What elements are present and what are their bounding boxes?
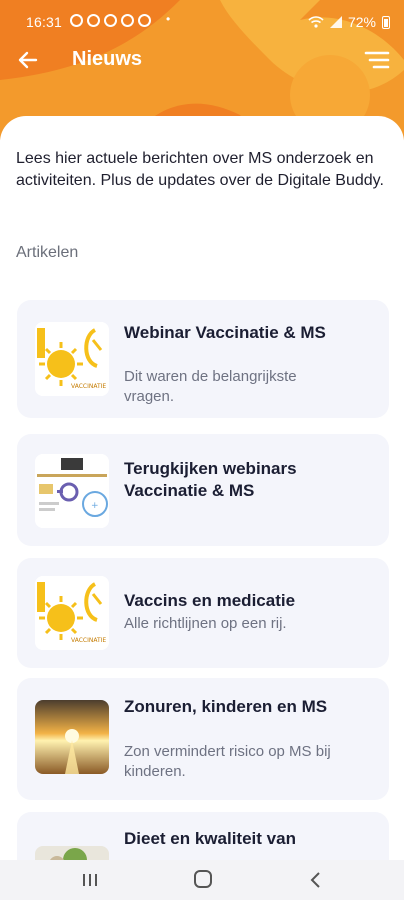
svg-text:+: +	[91, 501, 99, 511]
vaccination-sun-image: VACCINATIE	[35, 322, 109, 396]
article-subtitle: Zon vermindert risico op MS bij kinderen…	[124, 743, 331, 780]
content-sheet[interactable]: Lees hier actuele berichten over MS onde…	[0, 116, 404, 860]
article-thumbnail	[35, 700, 109, 774]
article-title: Webinar Vaccinatie & MS	[124, 323, 326, 342]
intro-text: Lees hier actuele berichten over MS onde…	[16, 150, 384, 189]
recent-apps-icon[interactable]	[80, 872, 100, 888]
article-title: Zonuren, kinderen en MS	[124, 697, 328, 716]
status-right: 72%	[308, 14, 390, 30]
wifi-icon	[308, 16, 324, 28]
article-card-zonuren-kinderen[interactable]: Zonuren, kinderen en MS Zon vermindert r…	[17, 678, 389, 800]
notification-icons	[70, 14, 151, 27]
webinar-slide-image: +	[35, 454, 109, 528]
article-thumbnail	[35, 846, 109, 860]
article-subtitle: Alle richtlijnen op een rij.	[124, 615, 287, 632]
article-thumbnail: VACCINATIE	[35, 322, 109, 396]
system-navigation-bar	[0, 860, 404, 900]
thumbnail-caption: VACCINATIE	[71, 637, 106, 644]
back-arrow-icon[interactable]	[14, 46, 44, 74]
article-subtitle: Dit waren de belangrijkste vragen.	[124, 368, 297, 405]
article-card-terugkijken-webinars[interactable]: + Terugkijken webinars Vaccinatie & MS	[17, 434, 389, 546]
article-thumbnail: VACCINATIE	[35, 576, 109, 650]
article-title: Terugkijken webinars Vaccinatie & MS	[124, 459, 297, 500]
status-time: 16:31	[26, 14, 63, 30]
article-thumbnail: +	[35, 454, 109, 528]
article-card-vaccins-medicatie[interactable]: VACCINATIE Vaccins en medicatie Alle ric…	[17, 558, 389, 668]
notification-icon	[87, 14, 100, 27]
notification-icon	[138, 14, 151, 27]
nav-back-icon[interactable]	[308, 870, 324, 890]
notification-icon	[121, 14, 134, 27]
menu-icon[interactable]	[362, 46, 392, 74]
article-title: Vaccins en medicatie	[124, 591, 296, 610]
article-card-webinar-vaccinatie[interactable]: VACCINATIE Webinar Vaccinatie & MS Dit w…	[17, 300, 389, 418]
home-icon[interactable]	[194, 870, 212, 888]
page-title: Nieuws	[72, 48, 143, 70]
status-bar: 16:31 • 72%	[0, 0, 404, 44]
battery-percentage: 72%	[347, 14, 376, 30]
article-card-dieet-kwaliteit[interactable]: Dieet en kwaliteit van	[17, 812, 389, 860]
food-image	[35, 846, 109, 860]
more-notifications-dot: •	[166, 12, 171, 26]
signal-icon	[329, 16, 342, 28]
section-label-articles: Artikelen	[16, 244, 79, 261]
notification-icon	[104, 14, 117, 27]
vaccination-sun-image: VACCINATIE	[35, 576, 109, 650]
article-title: Dieet en kwaliteit van	[124, 829, 296, 848]
battery-icon	[382, 15, 390, 29]
sunset-image	[35, 700, 109, 774]
notification-icon	[70, 14, 83, 27]
thumbnail-caption: VACCINATIE	[71, 383, 106, 390]
